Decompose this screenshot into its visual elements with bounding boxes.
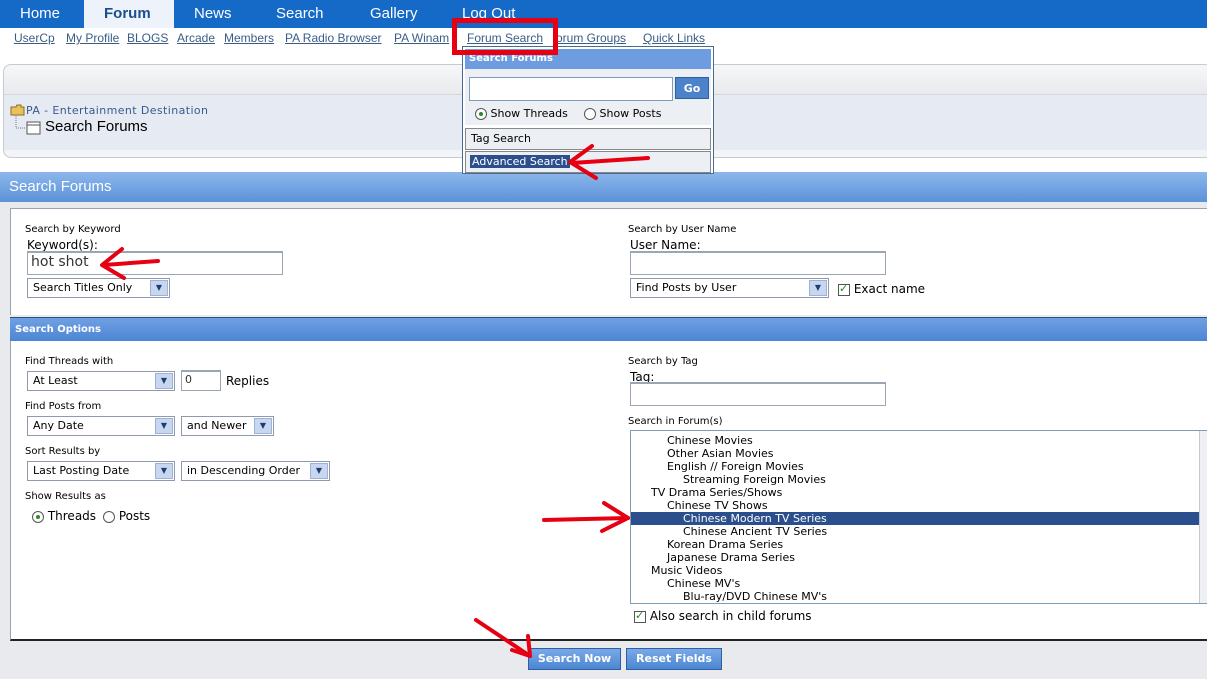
- arrow-keyword: [102, 259, 160, 267]
- arrow-search-now: [474, 618, 532, 658]
- arrow-forum-selection: [542, 516, 630, 522]
- arrow-advanced-search: [570, 156, 650, 165]
- annotation-arrows: [100, 144, 650, 658]
